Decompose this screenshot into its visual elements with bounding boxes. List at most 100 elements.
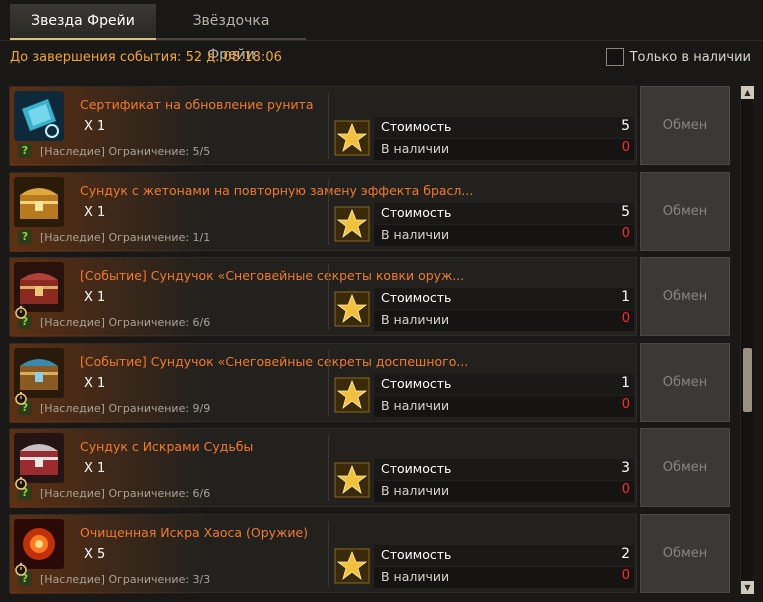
item-quantity: X 1 [84, 376, 106, 391]
divider [328, 93, 329, 159]
freya-star-currency-icon [334, 462, 370, 498]
in-stock-checkbox[interactable] [605, 48, 624, 66]
tab-freya-star[interactable]: Звезда Фрейи [10, 4, 156, 40]
cost-value: 1 [621, 375, 630, 391]
in-stock-row: В наличии 0 [374, 139, 634, 160]
freya-star-currency-icon [334, 120, 370, 156]
item-quantity: X 1 [84, 461, 106, 476]
in-stock-row: В наличии 0 [374, 396, 634, 417]
exchange-button[interactable]: Обмен [640, 86, 730, 165]
exchange-row: Сундук с Искрами Судьбы X 1 ? [Наследие]… [9, 428, 730, 508]
exchange-row: [Событие] Сундучок «Снеговейные секреты … [9, 257, 730, 337]
exchange-button[interactable]: Обмен [640, 257, 730, 336]
item-quantity: X 1 [84, 205, 106, 220]
in-stock-label: В наличии [381, 141, 450, 156]
divider [328, 264, 329, 330]
item-limit: [Наследие] Ограничение: 6/6 [40, 487, 211, 500]
in-stock-value: 0 [621, 140, 630, 155]
item-title: Сундук с жетонами на повторную замену эф… [80, 183, 474, 198]
in-stock-label: В наличии [381, 398, 450, 413]
scroll-down-button[interactable]: ▼ [741, 581, 754, 594]
cost-label: Стоимость [381, 461, 452, 476]
in-stock-row: В наличии 0 [374, 310, 634, 331]
freya-star-currency-icon [334, 377, 370, 413]
in-stock-value: 0 [621, 397, 630, 412]
item-limit: [Наследие] Ограничение: 9/9 [40, 402, 211, 415]
in-stock-row: В наличии 0 [374, 225, 634, 246]
item-card: Сундук с Искрами Судьбы X 1 ? [Наследие]… [9, 428, 637, 508]
in-stock-value: 0 [621, 482, 630, 497]
cost-label: Стоимость [381, 119, 452, 134]
item-card: Очищенная Искра Хаоса (Оружие) X 5 ? [На… [9, 514, 637, 594]
exchange-button[interactable]: Обмен [640, 428, 730, 507]
timer-icon [14, 304, 28, 319]
cost-value: 5 [621, 118, 630, 134]
item-limit: [Наследие] Ограничение: 5/5 [40, 145, 211, 158]
item-title: Сундук с Искрами Судьбы [80, 439, 254, 454]
item-card: [Событие] Сундучок «Снеговейные секреты … [9, 257, 637, 337]
timer-icon [14, 475, 28, 490]
divider [328, 435, 329, 501]
freya-star-currency-icon [334, 548, 370, 584]
in-stock-label: В наличии [381, 312, 450, 327]
item-limit: [Наследие] Ограничение: 6/6 [40, 316, 211, 329]
scrollbar-thumb[interactable] [743, 348, 752, 412]
timer-icon [14, 390, 28, 405]
exchange-row: Очищенная Искра Хаоса (Оружие) X 5 ? [На… [9, 514, 730, 594]
cost-label: Стоимость [381, 547, 452, 562]
cost-label: Стоимость [381, 205, 452, 220]
cost-row: Стоимость 1 [374, 374, 634, 395]
in-stock-label: В наличии [381, 483, 450, 498]
in-stock-value: 0 [621, 568, 630, 583]
divider [328, 350, 329, 416]
item-limit: [Наследие] Ограничение: 3/3 [40, 573, 211, 586]
in-stock-row: В наличии 0 [374, 481, 634, 502]
exchange-button[interactable]: Обмен [640, 343, 730, 422]
item-title: Сертификат на обновление рунита [80, 97, 314, 112]
gold-chest-icon[interactable] [14, 177, 64, 227]
cost-label: Стоимость [381, 290, 452, 305]
scrollbar[interactable]: ▲ ▼ [740, 86, 754, 594]
item-limit: [Наследие] Ограничение: 1/1 [40, 231, 211, 244]
divider [328, 521, 329, 587]
cost-row: Стоимость 5 [374, 117, 634, 138]
exchange-button[interactable]: Обмен [640, 514, 730, 593]
exchange-row: Сертификат на обновление рунита X 1 ? [Н… [9, 86, 730, 166]
item-card: [Событие] Сундучок «Снеговейные секреты … [9, 343, 637, 423]
in-stock-value: 0 [621, 226, 630, 241]
freya-star-currency-icon [334, 206, 370, 242]
event-timer: До завершения события: 52 д. 08:18:06 [10, 50, 282, 65]
cost-value: 1 [621, 289, 630, 305]
tab-freya-little-star[interactable]: Звёздочка Фрейи [156, 4, 306, 63]
divider [328, 179, 329, 245]
item-quantity: X 1 [84, 119, 106, 134]
cost-label: Стоимость [381, 376, 452, 391]
in-stock-label: В наличии [381, 227, 450, 242]
cost-value: 2 [621, 546, 630, 562]
in-stock-label: В наличии [381, 569, 450, 584]
in-stock-value: 0 [621, 311, 630, 326]
freya-star-currency-icon [334, 291, 370, 327]
cost-row: Стоимость 5 [374, 203, 634, 224]
item-quantity: X 1 [84, 290, 106, 305]
item-quantity: X 5 [84, 547, 106, 562]
tab-divider [0, 40, 763, 41]
item-title: [Событие] Сундучок «Снеговейные секреты … [80, 268, 465, 283]
item-title: Очищенная Искра Хаоса (Оружие) [80, 525, 309, 540]
in-stock-filter[interactable]: Только в наличии [605, 48, 751, 66]
cost-row: Стоимость 1 [374, 288, 634, 309]
cost-value: 5 [621, 204, 630, 220]
help-icon[interactable]: ? [18, 230, 32, 244]
rune-certificate-icon[interactable] [14, 91, 64, 141]
help-icon[interactable]: ? [18, 144, 32, 158]
timer-icon [14, 561, 28, 576]
cost-row: Стоимость 2 [374, 545, 634, 566]
in-stock-filter-label: Только в наличии [629, 49, 751, 65]
item-card: Сундук с жетонами на повторную замену эф… [9, 172, 637, 252]
scroll-up-button[interactable]: ▲ [741, 86, 754, 99]
item-card: Сертификат на обновление рунита X 1 ? [Н… [9, 86, 637, 166]
cost-value: 3 [621, 460, 630, 476]
exchange-button[interactable]: Обмен [640, 172, 730, 251]
exchange-row: [Событие] Сундучок «Снеговейные секреты … [9, 343, 730, 423]
exchange-row: Сундук с жетонами на повторную замену эф… [9, 172, 730, 252]
